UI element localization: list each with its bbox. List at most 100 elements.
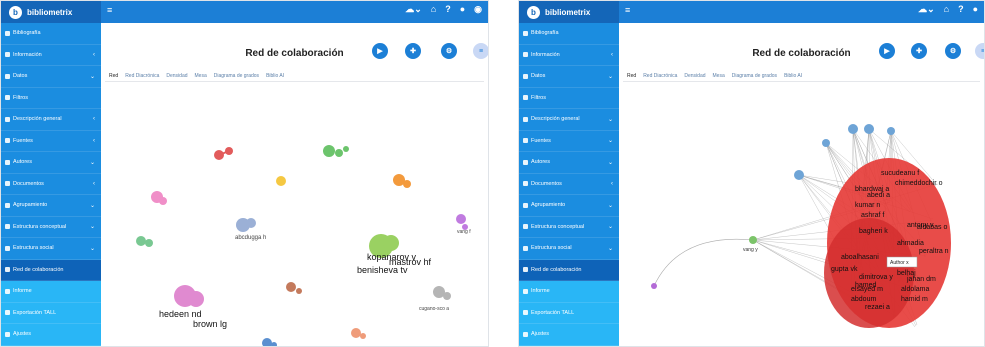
menu-item-icon (523, 245, 528, 251)
sidebar-item[interactable]: Datos ⌄ (519, 66, 619, 88)
cluster-red[interactable] (214, 147, 233, 160)
cloud-icon[interactable]: ☁⌄ (405, 4, 422, 15)
tab[interactable]: Diagrama de grados (732, 73, 777, 79)
settings-button[interactable]: ⚙ (441, 43, 457, 59)
node-label: kumar n (855, 202, 880, 209)
sidebar-item[interactable]: Agrupamiento ⌄ (1, 195, 101, 217)
sidebar-item-label: Informe (13, 288, 32, 295)
sidebar-item-label: Datos (13, 73, 28, 80)
tab[interactable]: Diagrama de grados (214, 73, 259, 79)
r-icon[interactable]: ◉ (474, 4, 482, 15)
cluster-purple[interactable]: vang f (456, 214, 471, 235)
chevron-icon: ‹ (93, 180, 95, 187)
cluster-slate[interactable]: abcdugga h (235, 218, 266, 241)
sidebar-item[interactable]: Red de colaboración (1, 259, 101, 281)
sidebar-item[interactable]: Autores ⌄ (519, 152, 619, 174)
tab[interactable]: Mesa (713, 73, 725, 79)
sidebar-item-label: Ajustes (531, 331, 550, 338)
hamburger-icon[interactable]: ≡ (107, 5, 112, 15)
sidebar: Bibliografía Información ‹ Datos ⌄ Filtros Des… (1, 23, 101, 346)
sidebar-item[interactable]: Documentos ‹ (1, 174, 101, 195)
sidebar-item[interactable]: Exportación TALL (519, 302, 619, 324)
collaboration-network[interactable]: vang y sucudeanu fchimeddochir obhardwaj… (619, 83, 985, 347)
chevron-icon: ⌄ (89, 202, 95, 209)
tab[interactable]: Densidad (684, 73, 705, 79)
sidebar-item[interactable]: Ajustes (519, 324, 619, 346)
sidebar-item-label: Autores (13, 159, 32, 166)
sidebar-item[interactable]: Información ‹ (1, 45, 101, 66)
options-button[interactable]: ✚ (911, 43, 927, 59)
node-green[interactable]: vang y (743, 236, 758, 253)
sidebar-item[interactable]: Fuentes ‹ (1, 131, 101, 152)
sidebar-item[interactable]: Exportación TALL (1, 302, 101, 324)
tab[interactable]: Mesa (195, 73, 207, 79)
sidebar-item[interactable]: Descripción general ‹ (1, 109, 101, 131)
cluster-blue[interactable] (262, 338, 277, 347)
collaboration-network[interactable]: abcdugga h vang f kopanarov v mastrov hf… (101, 83, 489, 347)
tab[interactable]: Densidad (166, 73, 187, 79)
sidebar-item[interactable]: Estructura conceptual ⌄ (1, 217, 101, 238)
sidebar-item[interactable]: Bibliografía (519, 23, 619, 45)
tab[interactable]: Biblio AI (784, 73, 802, 79)
sidebar-item[interactable]: Ajustes (1, 324, 101, 346)
sidebar-item-label: Fuentes (13, 137, 33, 144)
node-purple[interactable] (651, 283, 657, 289)
cluster-orange[interactable] (393, 174, 411, 188)
hamburger-icon[interactable]: ≡ (625, 5, 630, 15)
sidebar-item[interactable]: Filtros (519, 88, 619, 109)
sidebar-item[interactable]: Autores ⌄ (1, 152, 101, 174)
sidebar-item[interactable]: Datos ⌄ (1, 66, 101, 88)
tab[interactable]: Red (109, 73, 118, 79)
github-icon[interactable]: ● (973, 4, 978, 15)
cluster-lime[interactable]: kopanarov v mastrov hf benisheva tv (357, 234, 432, 275)
cluster-yellow[interactable] (276, 176, 286, 186)
sidebar-item[interactable]: Informe (519, 281, 619, 303)
sidebar-item[interactable]: Informe (1, 281, 101, 303)
cloud-icon[interactable]: ☁⌄ (918, 4, 935, 15)
sidebar-item-label: Agrupamiento (13, 202, 48, 209)
menu-button[interactable]: ≡ (473, 43, 488, 59)
node-label: gupta vk (831, 266, 858, 273)
sidebar-item[interactable]: Estructura social ⌄ (519, 238, 619, 260)
cluster-magenta[interactable]: hedeen nd brown lg (159, 285, 227, 329)
sidebar-item-label: Red de colaboración (531, 266, 582, 273)
tab[interactable]: Biblio AI (266, 73, 284, 79)
sidebar-item[interactable]: Bibliografía (1, 23, 101, 45)
cluster-green[interactable] (323, 145, 349, 157)
brand[interactable]: b bibliometrix (519, 1, 619, 23)
sidebar-item[interactable]: Estructura social ⌄ (1, 238, 101, 260)
cluster-gray[interactable]: cugano-sco a (419, 286, 451, 312)
tab[interactable]: Red (627, 73, 636, 79)
cluster-pink[interactable] (151, 191, 167, 205)
cluster-salmon[interactable] (351, 328, 366, 339)
menu-item-icon (5, 310, 10, 316)
run-button[interactable]: ▶ (879, 43, 895, 59)
help-icon[interactable]: ? (958, 4, 964, 15)
menu-button[interactable]: ≡ (975, 43, 984, 59)
cluster-brown[interactable] (286, 282, 302, 294)
chevron-icon: ‹ (611, 51, 613, 58)
sidebar-item[interactable]: Documentos ‹ (519, 174, 619, 195)
tab[interactable]: Red Diacrónica (643, 73, 677, 79)
settings-button[interactable]: ⚙ (945, 43, 961, 59)
sidebar-item[interactable]: Fuentes ⌄ (519, 131, 619, 152)
sidebar-item[interactable]: Filtros (1, 88, 101, 109)
tab[interactable]: Red Diacrónica (125, 73, 159, 79)
run-button[interactable]: ▶ (372, 43, 388, 59)
sidebar-item[interactable]: Agrupamiento ⌄ (519, 195, 619, 217)
bibliometrix-logo-icon: b (527, 5, 540, 19)
options-button[interactable]: ✚ (405, 43, 421, 59)
sidebar-item[interactable]: Descripción general ⌄ (519, 109, 619, 131)
github-icon[interactable]: ● (460, 4, 465, 15)
chevron-icon: ⌄ (607, 159, 613, 166)
home-icon[interactable]: ⌂ (431, 4, 436, 15)
sidebar-item-label: Documentos (13, 180, 44, 187)
home-icon[interactable]: ⌂ (944, 4, 949, 15)
sidebar-item[interactable]: Red de colaboración (519, 259, 619, 281)
cluster-teal[interactable] (136, 236, 153, 247)
sidebar-item[interactable]: Información ‹ (519, 45, 619, 66)
help-icon[interactable]: ? (445, 4, 451, 15)
menu-item-icon (523, 52, 528, 58)
sidebar-item[interactable]: Estructura conceptual ⌄ (519, 217, 619, 238)
brand[interactable]: b bibliometrix (1, 1, 101, 23)
